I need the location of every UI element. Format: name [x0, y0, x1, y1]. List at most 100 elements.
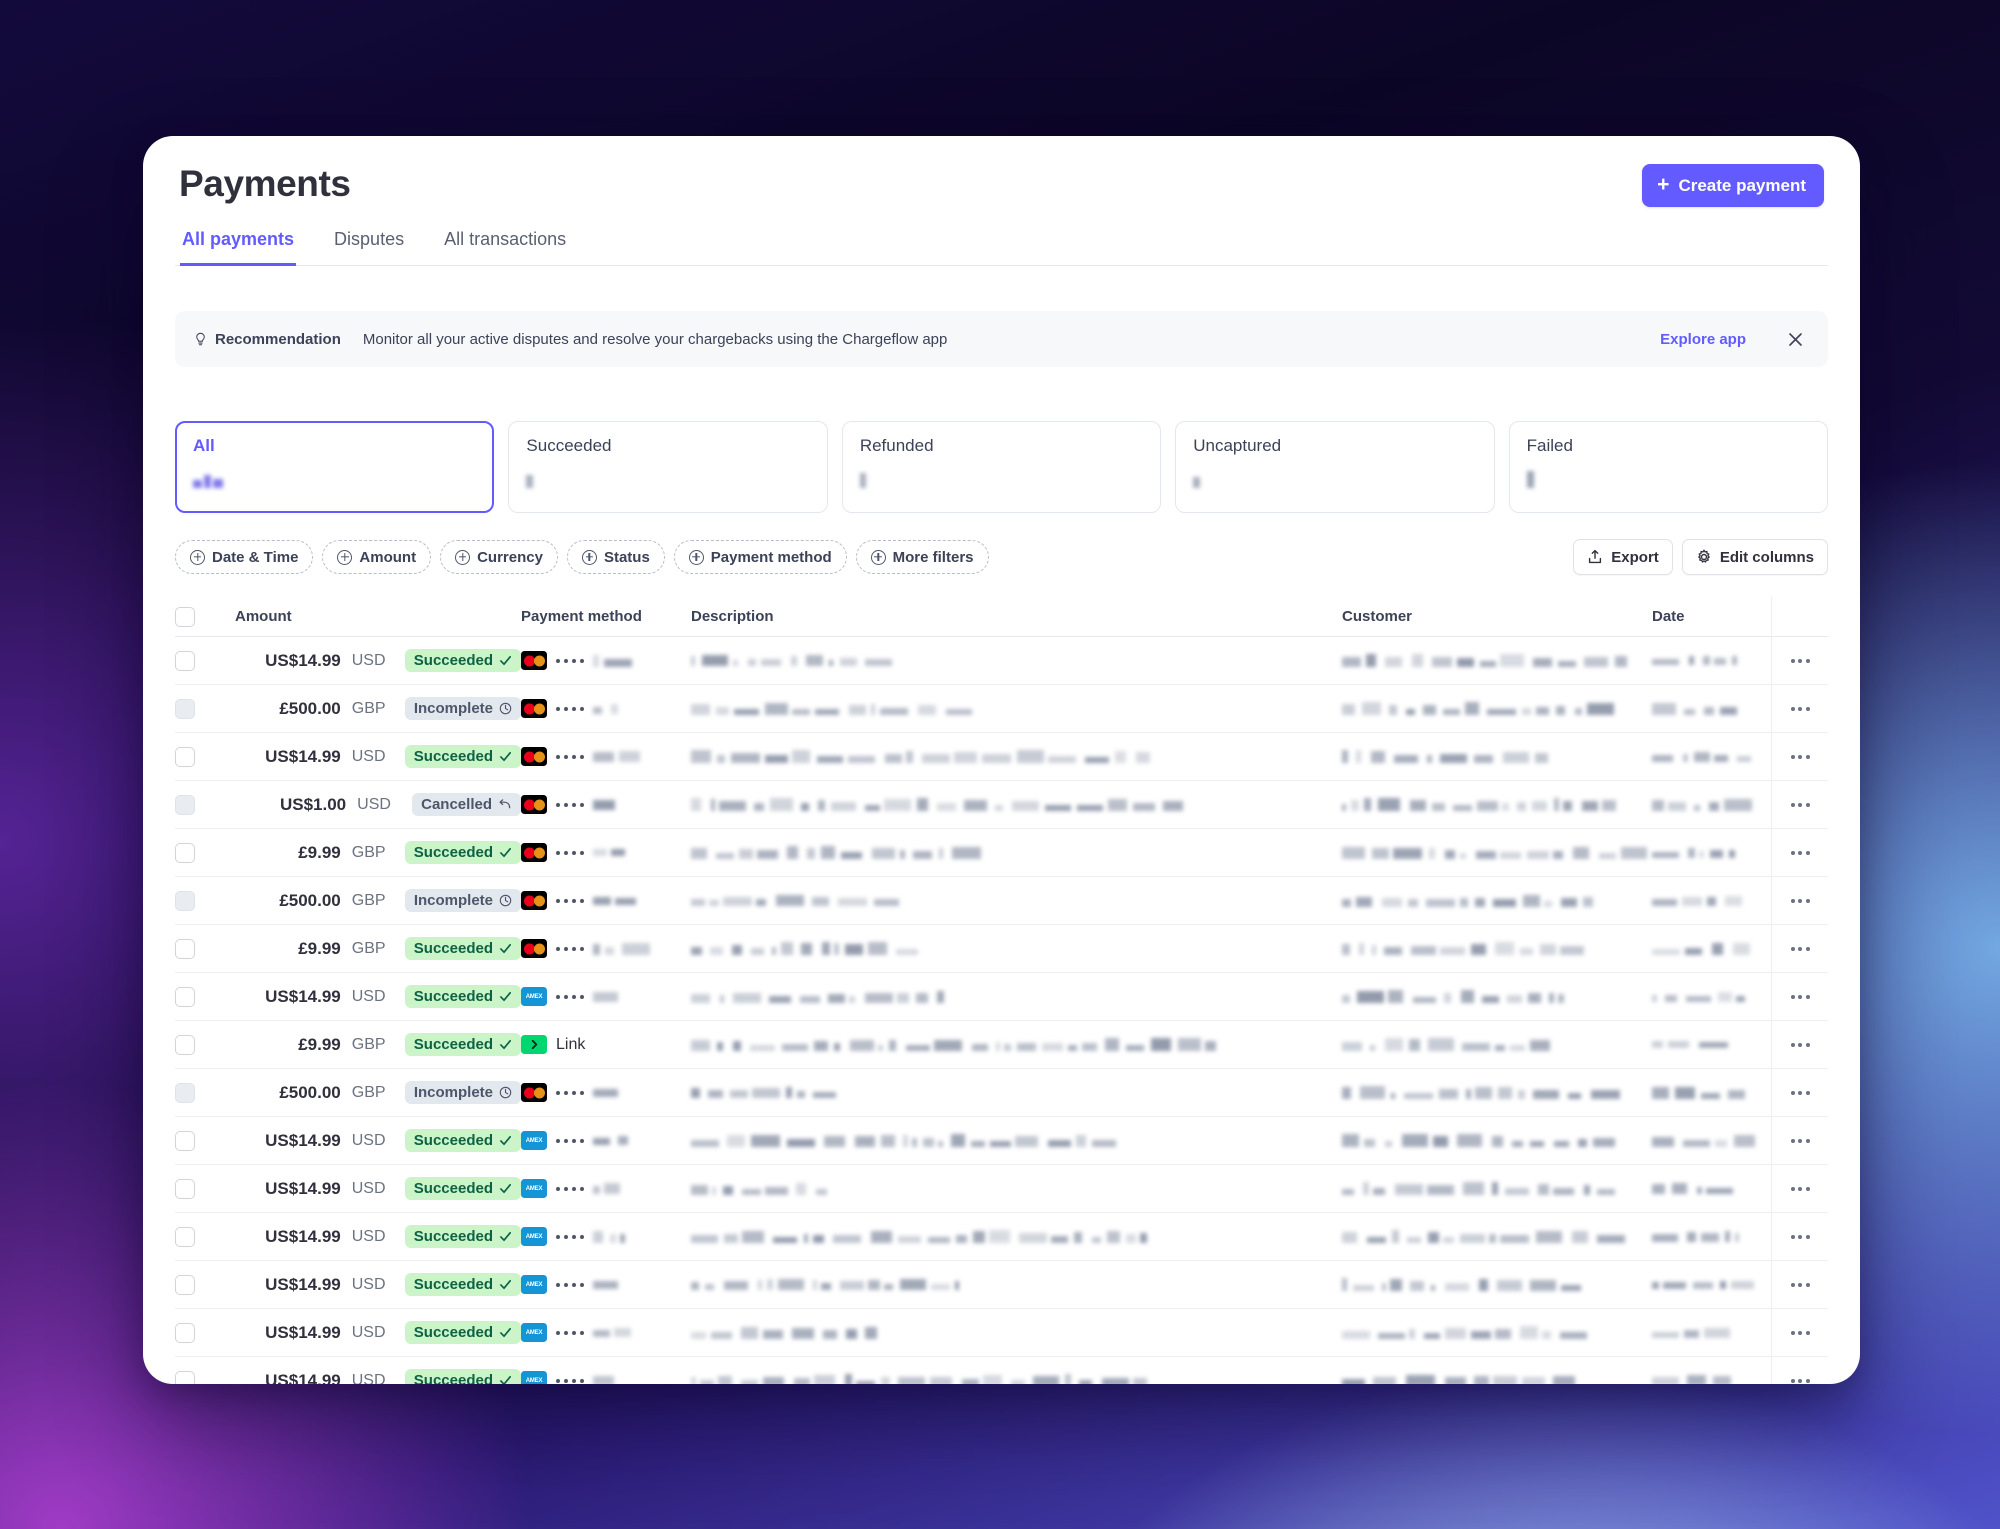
- date-redacted: [1652, 751, 1757, 762]
- more-horizontal-icon[interactable]: [1790, 1378, 1810, 1383]
- filter-chip-amount[interactable]: Amount: [322, 540, 432, 574]
- currency-code: GBP: [351, 891, 386, 909]
- payments-window: Payments + Create payment All payments D…: [143, 136, 1860, 1384]
- filter-chip-status[interactable]: Status: [566, 540, 665, 574]
- payment-method-label: Link: [556, 1035, 586, 1053]
- row-actions-cell: [1772, 1282, 1828, 1287]
- gear-icon: [1697, 549, 1710, 563]
- explore-app-link[interactable]: Explore app: [1660, 331, 1746, 348]
- amount-cell: US$14.99 USD Succeeded: [221, 1273, 521, 1296]
- table-row[interactable]: US$14.99 USD Succeeded AMEX: [175, 1357, 1828, 1384]
- status-card-succeeded[interactable]: Succeeded: [508, 421, 828, 513]
- customer-redacted: [1342, 894, 1601, 907]
- column-header-customer[interactable]: Customer: [1342, 608, 1652, 625]
- status-card-failed[interactable]: Failed: [1508, 421, 1829, 513]
- more-horizontal-icon[interactable]: [1790, 802, 1810, 807]
- card-mask-dots: [556, 898, 584, 903]
- table-row[interactable]: £500.00 GBP Incomplete: [175, 1069, 1828, 1117]
- currency-code: USD: [351, 1131, 386, 1149]
- table-row[interactable]: US$14.99 USD Succeeded AMEX: [175, 1213, 1828, 1261]
- customer-redacted: [1342, 1230, 1632, 1243]
- table-row[interactable]: US$14.99 USD Succeeded AMEX: [175, 1261, 1828, 1309]
- more-horizontal-icon[interactable]: [1790, 658, 1810, 663]
- currency-code: GBP: [351, 699, 386, 717]
- table-row[interactable]: £9.99 GBP Succeeded Link: [175, 1021, 1828, 1069]
- more-horizontal-icon[interactable]: [1790, 946, 1810, 951]
- plus-circle-icon: [190, 549, 205, 565]
- more-horizontal-icon[interactable]: [1790, 1234, 1810, 1239]
- column-header-description[interactable]: Description: [691, 608, 1342, 625]
- table-row[interactable]: US$14.99 USD Succeeded AMEX: [175, 1165, 1828, 1213]
- card-mask-dots: [556, 706, 584, 711]
- more-horizontal-icon[interactable]: [1790, 706, 1810, 711]
- tab-disputes[interactable]: Disputes: [332, 229, 406, 266]
- lightbulb-icon: [196, 332, 205, 345]
- row-checkbox[interactable]: [175, 1130, 195, 1151]
- status-badge-label: Incomplete: [413, 700, 493, 717]
- row-checkbox[interactable]: [175, 1274, 195, 1295]
- table-row[interactable]: US$14.99 USD Succeeded: [175, 637, 1828, 685]
- date-cell: [1652, 1086, 1772, 1099]
- more-horizontal-icon[interactable]: [1790, 1090, 1810, 1095]
- status-card-refunded[interactable]: Refunded: [841, 421, 1162, 513]
- column-header-amount[interactable]: Amount: [221, 608, 521, 625]
- actions-column-divider: [1771, 1261, 1772, 1308]
- amount-cell: US$14.99 USD Succeeded: [221, 1369, 521, 1384]
- row-checkbox[interactable]: [175, 746, 195, 767]
- description-cell: [691, 798, 1342, 811]
- more-horizontal-icon[interactable]: [1790, 994, 1810, 999]
- filter-chip-more-filters[interactable]: More filters: [855, 540, 989, 574]
- row-checkbox[interactable]: [175, 1178, 195, 1199]
- column-header-date[interactable]: Date: [1652, 608, 1772, 625]
- filter-toolbar: Date & Time Amount Currency Status Payme…: [175, 539, 1828, 575]
- date-cell: [1652, 656, 1772, 665]
- filter-chip-payment-method[interactable]: Payment method: [673, 540, 847, 574]
- export-button[interactable]: Export: [1573, 539, 1673, 575]
- table-row[interactable]: US$1.00 USD Cancelled: [175, 781, 1828, 829]
- table-row[interactable]: £9.99 GBP Succeeded: [175, 925, 1828, 973]
- row-checkbox[interactable]: [175, 1226, 195, 1247]
- more-horizontal-icon[interactable]: [1790, 1330, 1810, 1335]
- edit-columns-button[interactable]: Edit columns: [1681, 539, 1828, 575]
- more-horizontal-icon[interactable]: [1790, 754, 1810, 759]
- table-row[interactable]: £500.00 GBP Incomplete: [175, 685, 1828, 733]
- row-checkbox[interactable]: [175, 842, 195, 863]
- row-checkbox[interactable]: [175, 650, 195, 671]
- row-actions-cell: [1772, 1186, 1828, 1191]
- amount-cell: £500.00 GBP Incomplete: [221, 1081, 521, 1104]
- filter-chip-date-time[interactable]: Date & Time: [175, 540, 314, 574]
- more-horizontal-icon[interactable]: [1790, 898, 1810, 903]
- plus-circle-icon: [581, 549, 597, 565]
- row-checkbox[interactable]: [175, 1370, 195, 1384]
- more-horizontal-icon[interactable]: [1790, 850, 1810, 855]
- amount-cell: US$1.00 USD Cancelled: [221, 793, 521, 816]
- row-checkbox[interactable]: [175, 986, 195, 1007]
- table-row[interactable]: US$14.99 USD Succeeded AMEX: [175, 1117, 1828, 1165]
- tab-all-transactions[interactable]: All transactions: [442, 229, 568, 266]
- table-row[interactable]: US$14.99 USD Succeeded: [175, 733, 1828, 781]
- table-row[interactable]: £500.00 GBP Incomplete: [175, 877, 1828, 925]
- amount-cell: US$14.99 USD Succeeded: [221, 1225, 521, 1248]
- select-all-checkbox[interactable]: [175, 606, 195, 627]
- more-horizontal-icon[interactable]: [1790, 1282, 1810, 1287]
- close-icon[interactable]: [1782, 326, 1808, 352]
- row-checkbox[interactable]: [175, 1034, 195, 1055]
- description-cell: [691, 1038, 1342, 1051]
- more-horizontal-icon[interactable]: [1790, 1042, 1810, 1047]
- more-horizontal-icon[interactable]: [1790, 1138, 1810, 1143]
- column-header-payment-method[interactable]: Payment method: [521, 608, 691, 625]
- status-card-all[interactable]: All: [175, 421, 495, 513]
- more-horizontal-icon[interactable]: [1790, 1186, 1810, 1191]
- tab-all-payments[interactable]: All payments: [180, 229, 297, 266]
- filter-chip-currency[interactable]: Currency: [440, 540, 558, 574]
- table-row[interactable]: US$14.99 USD Succeeded AMEX: [175, 973, 1828, 1021]
- check-icon: [500, 751, 511, 762]
- create-payment-button[interactable]: + Create payment: [1642, 164, 1824, 207]
- status-badge: Incomplete: [404, 1081, 521, 1104]
- payment-method-cell: [521, 699, 691, 718]
- table-row[interactable]: £9.99 GBP Succeeded: [175, 829, 1828, 877]
- row-checkbox[interactable]: [175, 938, 195, 959]
- row-checkbox[interactable]: [175, 1322, 195, 1343]
- table-row[interactable]: US$14.99 USD Succeeded AMEX: [175, 1309, 1828, 1357]
- status-card-uncaptured[interactable]: Uncaptured: [1175, 421, 1495, 513]
